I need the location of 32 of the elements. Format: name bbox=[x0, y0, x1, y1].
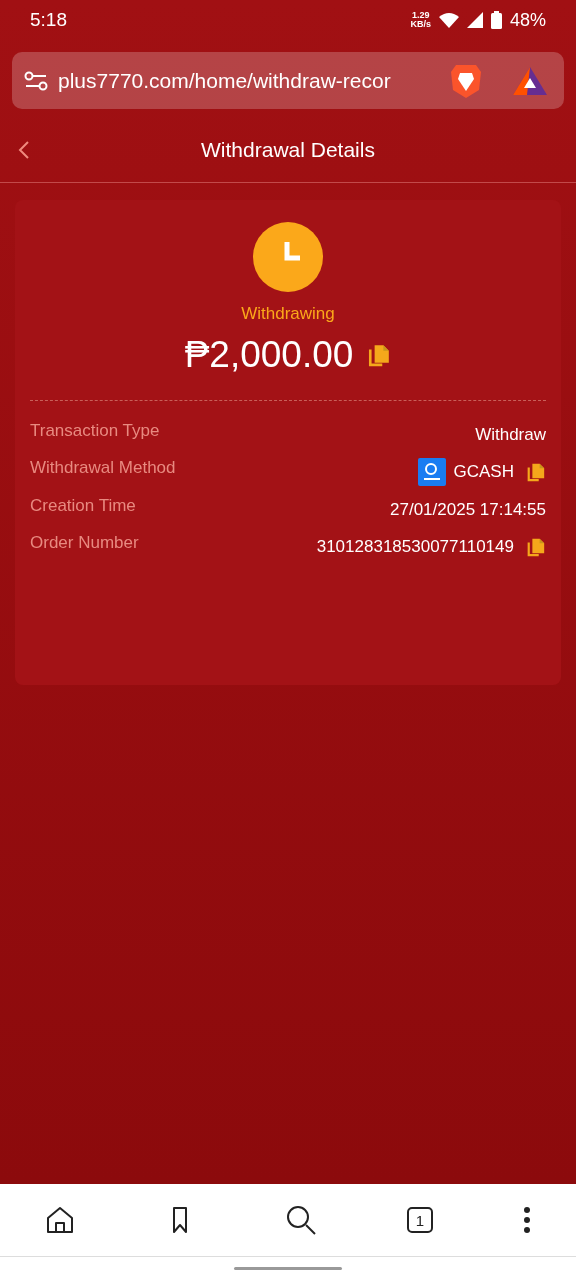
detail-label: Transaction Type bbox=[30, 421, 160, 441]
wifi-icon bbox=[438, 12, 459, 28]
menu-icon[interactable] bbox=[523, 1205, 531, 1235]
tabs-button[interactable]: 1 bbox=[407, 1207, 433, 1233]
search-icon[interactable] bbox=[285, 1204, 317, 1236]
clock-icon bbox=[253, 222, 323, 292]
back-icon[interactable] bbox=[18, 140, 30, 160]
page-title: Withdrawal Details bbox=[201, 138, 375, 162]
gesture-handle[interactable] bbox=[234, 1267, 342, 1270]
speed-unit: KB/s bbox=[410, 20, 431, 29]
url-text: plus7770.com/home/withdraw-recor bbox=[58, 68, 392, 93]
address-bar[interactable]: plus7770.com/home/withdraw-recor bbox=[12, 52, 564, 109]
battery-icon bbox=[490, 11, 502, 29]
copy-icon[interactable] bbox=[367, 343, 392, 367]
copy-icon[interactable] bbox=[526, 462, 546, 482]
site-settings-icon[interactable] bbox=[24, 70, 48, 91]
home-icon[interactable] bbox=[45, 1205, 75, 1235]
signal-icon bbox=[466, 12, 483, 28]
detail-label: Creation Time bbox=[30, 496, 136, 516]
detail-value: Withdraw bbox=[475, 424, 546, 445]
battery-percent: 48% bbox=[509, 9, 546, 31]
copy-icon[interactable] bbox=[526, 536, 546, 557]
detail-label: Withdrawal Method bbox=[30, 458, 176, 478]
detail-value: 27/01/2025 17:14:55 bbox=[390, 499, 546, 520]
status-label: Withdrawing bbox=[241, 304, 335, 324]
detail-value: 310128318530077110149 bbox=[316, 536, 514, 557]
status-time: 5:18 bbox=[30, 9, 67, 31]
network-speed: 1.29 bbox=[411, 11, 430, 20]
amount-value: ₱2,000.00 bbox=[184, 334, 354, 376]
lion-shield-icon[interactable] bbox=[450, 62, 482, 99]
detail-value: GCASH bbox=[453, 462, 514, 482]
detail-label: Order Number bbox=[30, 533, 139, 553]
